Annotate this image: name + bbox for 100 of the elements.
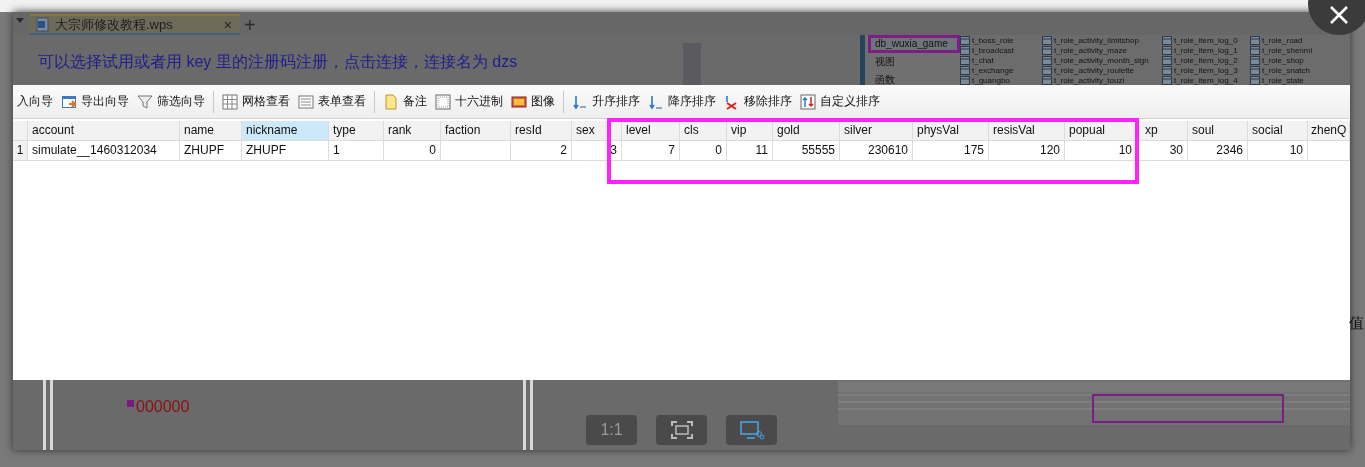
grid-icon <box>222 93 238 110</box>
table-name[interactable]: t_role_activity_maze <box>1054 45 1127 55</box>
column-header[interactable]: physVal <box>913 121 989 141</box>
column-header[interactable]: nickname <box>242 121 329 141</box>
table-name[interactable]: t_role_road <box>1262 35 1303 45</box>
column-header[interactable]: cls <box>680 121 727 141</box>
table-name[interactable]: t_role_item_log_0 <box>1174 35 1238 45</box>
column-header[interactable]: sex <box>572 121 622 141</box>
table-name[interactable]: t_broadcast <box>972 45 1014 55</box>
table-cell: 2346 <box>1188 141 1248 161</box>
column-header[interactable]: gold <box>773 121 840 141</box>
table-name[interactable]: t_role_activity_limitshop <box>1054 35 1139 45</box>
table-cell: 230610 <box>840 141 913 161</box>
toolbar-button[interactable]: 自定义排序 <box>796 89 884 114</box>
column-header[interactable]: vip <box>727 121 773 141</box>
toolbar-button[interactable]: 筛选向导 <box>133 89 209 114</box>
column-header[interactable]: zhenQ <box>1308 121 1350 141</box>
toolbar-button[interactable]: 十六进制 <box>431 89 507 114</box>
table-name[interactable]: t_role_shenmi <box>1262 45 1313 55</box>
table-icon <box>960 35 970 45</box>
table-icon <box>1162 75 1172 85</box>
column-header[interactable]: resId <box>511 121 572 141</box>
fit-screen-icon <box>669 420 694 440</box>
table-name[interactable]: t_chat <box>972 55 994 65</box>
table-name[interactable]: t_role_activity_month_sign <box>1054 55 1149 65</box>
table-icon <box>1162 45 1172 55</box>
close-icon <box>1330 6 1348 24</box>
toolbar-button[interactable]: 备注 <box>379 89 431 114</box>
table-icon <box>1042 45 1052 55</box>
column-header[interactable]: soul <box>1188 121 1248 141</box>
column-header[interactable]: rank <box>384 121 441 141</box>
screen-scissors-icon <box>738 420 765 440</box>
table-cell: 0 <box>384 141 441 161</box>
column-header[interactable]: faction <box>441 121 511 141</box>
toolbar-button[interactable]: 图像 <box>507 89 559 114</box>
tree-item[interactable]: 视图 <box>868 53 960 71</box>
table-name[interactable]: t_role_state <box>1262 75 1304 85</box>
image-icon <box>511 93 527 110</box>
toolbar-button[interactable]: 入向导 <box>13 89 57 114</box>
table-cell: 120 <box>989 141 1065 161</box>
table-cell: 11 <box>727 141 773 161</box>
table-icon <box>1250 35 1260 45</box>
column-header[interactable]: account <box>28 121 180 141</box>
column-header[interactable]: name <box>180 121 242 141</box>
tab-title: 大宗师修改教程.wps <box>55 15 174 34</box>
table-name[interactable]: t_role_shop <box>1262 55 1304 65</box>
column-header[interactable]: xp <box>1137 121 1188 141</box>
table-cell: 10 <box>1248 141 1308 161</box>
table-icon <box>1042 55 1052 65</box>
row-header <box>13 121 28 141</box>
table-cell: 3 <box>572 141 622 161</box>
toolbar-button[interactable]: 表单查看 <box>294 89 370 114</box>
table-name[interactable]: t_guangbo <box>972 75 1010 85</box>
row-number: 1 <box>13 141 28 161</box>
filter-icon <box>137 93 153 110</box>
screenshot-edit-button[interactable] <box>726 415 777 445</box>
table-cell <box>1308 141 1350 161</box>
column-header[interactable]: silver <box>840 121 913 141</box>
toolbar-button[interactable]: 网格查看 <box>218 89 294 114</box>
table-name[interactable]: t_role_item_log_1 <box>1174 45 1238 55</box>
table-icon <box>1042 65 1052 75</box>
column-header[interactable]: level <box>622 121 680 141</box>
toolbar-button[interactable]: 升序排序 <box>568 89 644 114</box>
table-name[interactable]: t_role_snatch <box>1262 65 1311 75</box>
table-cell: 1 <box>329 141 384 161</box>
table-name[interactable]: t_role_item_log_3 <box>1174 65 1238 75</box>
color-swatch <box>127 400 134 407</box>
column-header[interactable]: resisVal <box>989 121 1065 141</box>
column-header[interactable]: type <box>329 121 384 141</box>
toolbar-button[interactable]: 导出向导 <box>57 89 133 114</box>
table-icon <box>1162 35 1172 45</box>
table-icon <box>1250 55 1260 65</box>
export-icon <box>61 93 77 110</box>
table-name[interactable]: t_role_item_log_4 <box>1174 75 1238 85</box>
sort-descending-icon <box>648 93 664 110</box>
table-cell: 175 <box>913 141 989 161</box>
table-icon <box>1250 65 1260 75</box>
table-cell: 2 <box>511 141 572 161</box>
form-icon <box>298 93 314 110</box>
tree-item[interactable]: 函数 <box>868 71 960 85</box>
sort-ascending-icon <box>572 93 588 110</box>
table-cell: 7 <box>622 141 680 161</box>
tree-item[interactable]: db_wuxia_game <box>868 35 960 53</box>
toolbar-button[interactable]: 降序排序 <box>644 89 720 114</box>
table-name[interactable]: t_exchange <box>972 65 1014 75</box>
fit-screen-button[interactable] <box>656 415 707 445</box>
table-name[interactable]: t_role_item_log_2 <box>1174 55 1238 65</box>
table-name[interactable]: t_boss_role <box>972 35 1014 45</box>
instruction-text: 可以选择试用或者用 key 里的注册码注册，点击连接，连接名为 dzs <box>38 51 518 72</box>
column-header[interactable]: social <box>1248 121 1308 141</box>
table-cell: ZHUPF <box>242 141 329 161</box>
table-icon <box>960 55 970 65</box>
table-name[interactable]: t_role_activity_touzi <box>1054 75 1125 85</box>
table-name[interactable]: t_role_activity_roulette <box>1054 65 1135 75</box>
table-icon <box>960 75 970 85</box>
toolbar-button[interactable]: 移除排序 <box>720 89 796 114</box>
table-icon <box>960 45 970 55</box>
color-code: 000000 <box>136 398 190 416</box>
table-cell: 0 <box>680 141 727 161</box>
table-cell: ZHUPF <box>180 141 242 161</box>
